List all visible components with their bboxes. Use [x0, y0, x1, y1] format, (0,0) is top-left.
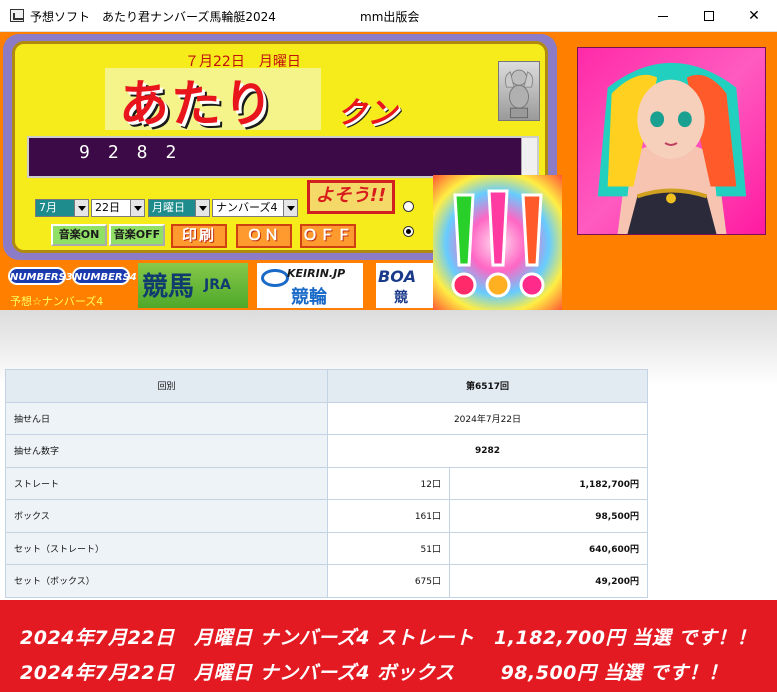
numbers4-logo: NUMBERS4 [72, 267, 137, 285]
numbers3-logo: NUMBERS3 [8, 267, 73, 285]
app-icon [10, 9, 24, 22]
chevron-down-icon[interactable] [74, 200, 88, 216]
month-select-value: 7月 [39, 201, 57, 214]
prize-label: セット（ボックス） [5, 564, 328, 598]
radio-option-2[interactable] [403, 226, 414, 237]
numbers-caption: 予想☆ナンバーズ4 [10, 295, 104, 308]
prize-count: 12口 [327, 466, 450, 500]
game-select-value: ナンバーズ4 [216, 201, 278, 214]
app-window: ７月22日 月曜日 あたり クン 9282 7月 22日 月曜日 ナンバーズ4 … [0, 32, 777, 311]
table-row: ボックス 161口 98,500円 [5, 499, 648, 533]
anime-character-image [577, 47, 766, 235]
prize-label: ストレート [5, 466, 328, 500]
boat-logo: BOA [378, 267, 417, 286]
on-button[interactable]: ＯＮ [236, 224, 292, 248]
minimize-icon [658, 15, 668, 17]
draw-date-label: 抽せん日 [5, 401, 328, 435]
prize-label: ボックス [5, 499, 328, 533]
maximize-icon [704, 11, 714, 21]
banner-line-box: 2024年7月22日 月曜日 ナンバーズ4 ボックス 98,500円 当選 です… [20, 662, 728, 684]
table-row: 抽せん数字 9282 [5, 434, 648, 468]
cherub-statue-image [498, 61, 540, 121]
chevron-down-icon[interactable] [130, 200, 144, 216]
publisher-label: mm出版会 [360, 10, 420, 24]
close-icon: ✕ [748, 8, 760, 24]
chevron-down-icon[interactable] [283, 200, 297, 216]
prize-count: 675口 [327, 564, 450, 598]
print-button[interactable]: 印刷 [171, 224, 227, 248]
win-banner: 2024年7月22日 月曜日 ナンバーズ4 ストレート 1,182,700円 当… [0, 600, 777, 692]
day-select[interactable]: 22日 [91, 199, 145, 217]
keirin-tile[interactable]: KEIRIN.JP 競輪 [257, 263, 363, 308]
prize-amount: 98,500円 [449, 499, 648, 533]
results-table: 回別 第6517回 抽せん日 2024年7月22日 抽せん数字 9282 ストレ… [5, 369, 648, 598]
radio-option-1[interactable] [403, 201, 414, 212]
boat-tile[interactable]: BOA 競 [376, 263, 433, 308]
chevron-down-icon[interactable] [195, 200, 209, 216]
month-select[interactable]: 7月 [35, 199, 89, 217]
weekday-select[interactable]: 月曜日 [148, 199, 210, 217]
round-label: 回別 [5, 369, 328, 403]
number-display-scrollbar[interactable] [521, 138, 537, 176]
maximize-button[interactable] [686, 0, 732, 32]
keirin-ring-icon [261, 269, 289, 287]
keiba-logo: 競馬 [142, 272, 195, 302]
prize-amount: 640,600円 [449, 531, 648, 565]
winning-number-label: 抽せん数字 [5, 434, 328, 468]
jra-logo: JRA [204, 277, 231, 293]
table-row: ストレート 12口 1,182,700円 [5, 466, 648, 500]
logo-box: あたり [105, 68, 321, 133]
predicted-number: 9282 [79, 142, 195, 163]
game-select[interactable]: ナンバーズ4 [212, 199, 298, 217]
exclamation-marks-image [433, 175, 562, 311]
minimize-button[interactable] [640, 0, 686, 32]
logo-title: あたり [119, 75, 275, 133]
logo-strip: NUMBERS3 NUMBERS4 予想☆ナンバーズ4 競馬 JRA KEIRI… [0, 260, 433, 310]
banner-line-straight: 2024年7月22日 月曜日 ナンバーズ4 ストレート 1,182,700円 当… [20, 627, 757, 649]
table-header-row: 回別 第6517回 [5, 369, 648, 403]
keiba-tile[interactable]: 競馬 JRA [138, 263, 248, 308]
boat-sub-logo: 競 [394, 290, 408, 306]
prize-amount: 49,200円 [449, 564, 648, 598]
table-row: 抽せん日 2024年7月22日 [5, 401, 648, 435]
day-select-value: 22日 [95, 201, 120, 214]
window-title: 予想ソフト あたり君ナンバーズ馬輪艇2024 [30, 10, 276, 24]
prize-count: 51口 [327, 531, 450, 565]
table-row: セット（ストレート） 51口 640,600円 [5, 531, 648, 565]
keirin-logo: 競輪 [291, 287, 327, 308]
off-button[interactable]: ＯＦＦ [300, 224, 356, 248]
winning-number-value: 9282 [327, 434, 648, 468]
music-off-button[interactable]: 音楽OFF [109, 224, 165, 246]
number-display: 9282 [27, 136, 539, 178]
close-button[interactable]: ✕ [731, 0, 777, 32]
prize-label: セット（ストレート） [5, 531, 328, 565]
keirin-jp-logo: KEIRIN.JP [287, 267, 346, 280]
music-on-button[interactable]: 音楽ON [51, 224, 107, 246]
table-row: セット（ボックス） 675口 49,200円 [5, 564, 648, 598]
weekday-select-value: 月曜日 [152, 201, 185, 214]
numbers-tile[interactable]: NUMBERS3 NUMBERS4 予想☆ナンバーズ4 [4, 263, 137, 308]
draw-date-value: 2024年7月22日 [327, 401, 648, 435]
predict-button[interactable]: よそう!! [307, 180, 395, 214]
window-titlebar: 予想ソフト あたり君ナンバーズ馬輪艇2024 mm出版会 ✕ [0, 0, 777, 32]
prize-amount: 1,182,700円 [449, 466, 648, 500]
logo-subtitle: クン [337, 96, 397, 131]
prize-count: 161口 [327, 499, 450, 533]
round-value: 第6517回 [327, 369, 648, 403]
